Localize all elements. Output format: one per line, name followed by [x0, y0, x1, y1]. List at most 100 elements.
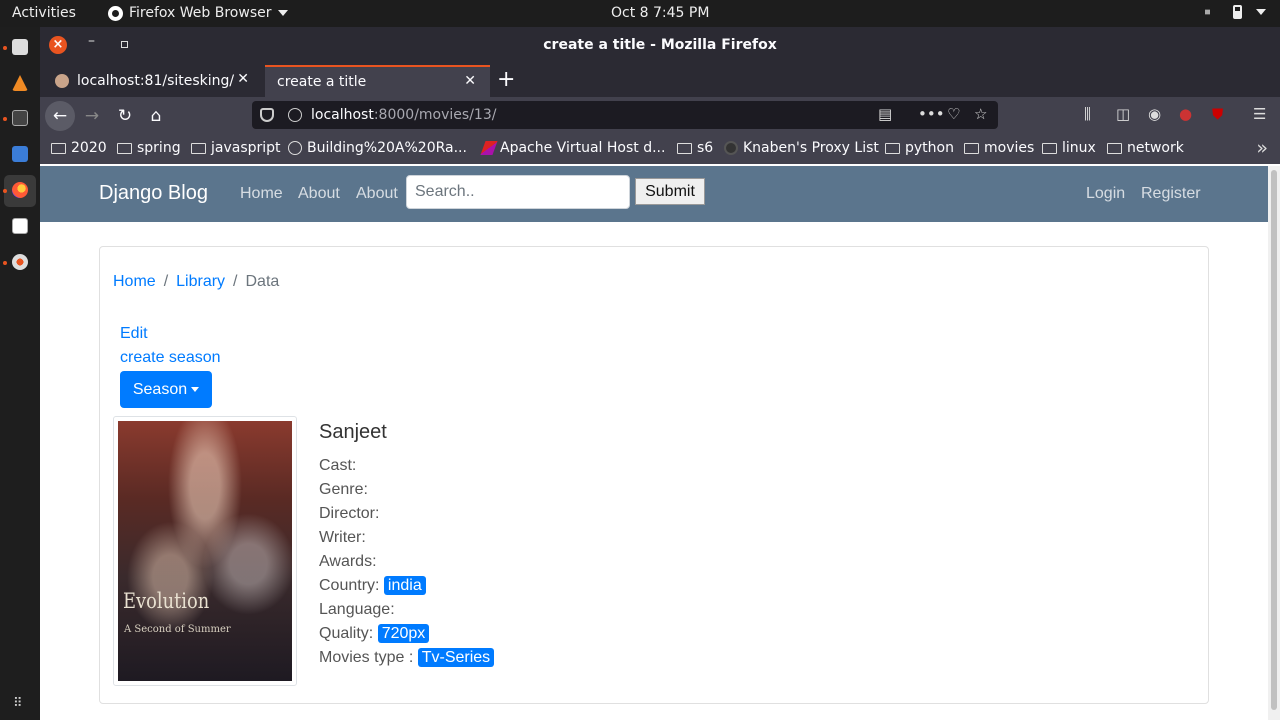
- create-season-link[interactable]: create season: [120, 349, 221, 367]
- shield-icon[interactable]: [260, 108, 274, 122]
- caret-down-icon: [191, 387, 200, 392]
- breadcrumb-home[interactable]: Home: [113, 273, 156, 291]
- url-bar[interactable]: localhost:8000/movies/13/ ▤ ••• ♡ ☆: [252, 101, 998, 129]
- browser-toolbar: ← → ↻ ⌂ localhost:8000/movies/13/ ▤ ••• …: [40, 97, 1280, 134]
- breadcrumb-current: Data: [245, 273, 280, 290]
- folder-icon: [117, 142, 132, 154]
- nav-register[interactable]: Register: [1141, 185, 1201, 203]
- detail-director: Director:: [319, 505, 380, 522]
- submit-button[interactable]: Submit: [635, 178, 705, 205]
- home-icon[interactable]: ⌂: [141, 101, 171, 131]
- reader-view-icon[interactable]: ▤: [878, 105, 892, 123]
- activities-button[interactable]: Activities: [12, 5, 76, 21]
- quality-badge: 720px: [377, 624, 430, 643]
- folder-icon: [964, 142, 979, 154]
- season-dropdown-button[interactable]: Season: [120, 371, 212, 408]
- bookmark-2020[interactable]: 2020: [51, 140, 107, 156]
- show-applications-icon[interactable]: ⠿: [13, 696, 23, 711]
- bookmarks-toolbar: 2020 spring javaspript Building%20A%20Ra…: [40, 134, 1280, 164]
- bookmark-knabens-proxy[interactable]: Knaben's Proxy List: [724, 140, 879, 156]
- system-app-icon[interactable]: [12, 254, 28, 270]
- clock[interactable]: Oct 8 7:45 PM: [611, 5, 709, 21]
- tab-strip: localhost:81/sitesking/ ✕ create a title…: [40, 63, 1280, 97]
- new-tab-icon[interactable]: +: [497, 67, 515, 92]
- vlc-icon[interactable]: [12, 75, 28, 91]
- window-title: create a title - Mozilla Firefox: [543, 37, 777, 53]
- tab-create-a-title[interactable]: create a title ✕: [265, 65, 490, 97]
- nav-about-2[interactable]: About: [356, 185, 398, 203]
- tab-sitesking[interactable]: localhost:81/sitesking/ ✕: [43, 65, 263, 97]
- library-icon[interactable]: ⫼: [1084, 105, 1091, 123]
- ublock-origin-icon[interactable]: ⛊: [1212, 105, 1223, 123]
- breadcrumb-separator: /: [163, 273, 169, 290]
- account-icon[interactable]: ◉: [1148, 105, 1161, 123]
- extension-icon[interactable]: ●: [1179, 105, 1192, 123]
- site-brand[interactable]: Django Blog: [99, 182, 208, 205]
- folder-icon: [1107, 142, 1122, 154]
- terminal-icon[interactable]: [12, 110, 28, 126]
- detail-quality: Quality: 720px: [319, 622, 494, 646]
- nav-about[interactable]: About: [298, 185, 340, 203]
- running-indicator: [3, 46, 7, 50]
- reload-icon[interactable]: ↻: [110, 101, 140, 131]
- breadcrumb: Home / Library / Data: [113, 273, 279, 291]
- bookmark-javaspript[interactable]: javaspript: [191, 140, 281, 156]
- app-menu[interactable]: Firefox Web Browser: [108, 5, 288, 21]
- tab-close-icon[interactable]: ✕: [237, 71, 249, 87]
- globe-icon: [288, 141, 302, 155]
- info-icon[interactable]: [288, 108, 302, 122]
- volume-muted-icon[interactable]: [1205, 6, 1217, 18]
- detail-awards: Awards:: [319, 553, 377, 570]
- tab-label: localhost:81/sitesking/: [77, 73, 235, 89]
- folder-icon: [677, 142, 692, 154]
- bookmark-apache[interactable]: Apache Virtual Host d...: [480, 140, 665, 156]
- bookmark-spring[interactable]: spring: [117, 140, 181, 156]
- battery-icon[interactable]: [1233, 5, 1242, 19]
- firefox-dock-icon[interactable]: [12, 182, 28, 198]
- poster-thumbnail: Evolution A Second of Summer: [113, 416, 297, 686]
- window-titlebar[interactable]: × – create a title - Mozilla Firefox: [40, 27, 1280, 63]
- system-top-bar: Activities Firefox Web Browser Oct 8 7:4…: [0, 0, 1280, 27]
- text-editor-icon[interactable]: [12, 146, 28, 162]
- hamburger-menu-icon[interactable]: ☰: [1253, 105, 1266, 123]
- bookmark-star-icon[interactable]: ☆: [974, 105, 987, 123]
- dock: ⠿: [0, 27, 40, 720]
- wifi-icon[interactable]: [1175, 5, 1191, 19]
- system-menu-caret-icon[interactable]: [1256, 9, 1266, 15]
- nav-login[interactable]: Login: [1086, 185, 1125, 203]
- sidebar-icon[interactable]: ◫: [1116, 105, 1130, 123]
- pocket-icon[interactable]: ♡: [947, 105, 960, 123]
- running-indicator: [3, 261, 7, 265]
- bookmark-python[interactable]: python: [885, 140, 954, 156]
- running-indicator: [3, 117, 7, 121]
- detail-genre: Genre:: [319, 481, 368, 498]
- page-actions-icon[interactable]: •••: [918, 105, 945, 123]
- nav-home[interactable]: Home: [240, 185, 283, 203]
- country-badge: india: [383, 576, 426, 595]
- url-text[interactable]: localhost:8000/movies/13/: [311, 107, 496, 123]
- edit-link[interactable]: Edit: [120, 325, 148, 343]
- system-tray[interactable]: [1175, 5, 1266, 19]
- site-navbar: Django Blog Home About About Submit Logi…: [40, 166, 1268, 222]
- movies-type-badge: Tv-Series: [417, 648, 495, 667]
- bookmark-s6[interactable]: s6: [677, 140, 713, 156]
- tab-close-icon[interactable]: ✕: [464, 73, 476, 89]
- movie-title: Sanjeet: [319, 421, 387, 443]
- detail-cast: Cast:: [319, 457, 357, 474]
- search-input[interactable]: [406, 175, 630, 209]
- bookmark-network[interactable]: network: [1107, 140, 1184, 156]
- files-icon[interactable]: [12, 39, 28, 55]
- bookmark-linux[interactable]: linux: [1042, 140, 1096, 156]
- bookmark-building[interactable]: Building%20A%20Ra...: [288, 140, 467, 156]
- document-viewer-icon[interactable]: [12, 218, 28, 234]
- poster-subtitle: A Second of Summer: [124, 624, 231, 635]
- page-scrollbar[interactable]: [1268, 166, 1280, 720]
- bookmark-movies[interactable]: movies: [964, 140, 1034, 156]
- breadcrumb-library[interactable]: Library: [176, 273, 225, 291]
- bookmarks-overflow-icon[interactable]: »: [1256, 137, 1268, 159]
- back-arrow-icon[interactable]: ←: [45, 101, 75, 131]
- scrollbar-thumb[interactable]: [1271, 170, 1277, 710]
- poster-title: Evolution: [123, 589, 210, 613]
- detail-country: Country: india: [319, 574, 494, 598]
- forward-arrow-icon[interactable]: →: [77, 101, 107, 131]
